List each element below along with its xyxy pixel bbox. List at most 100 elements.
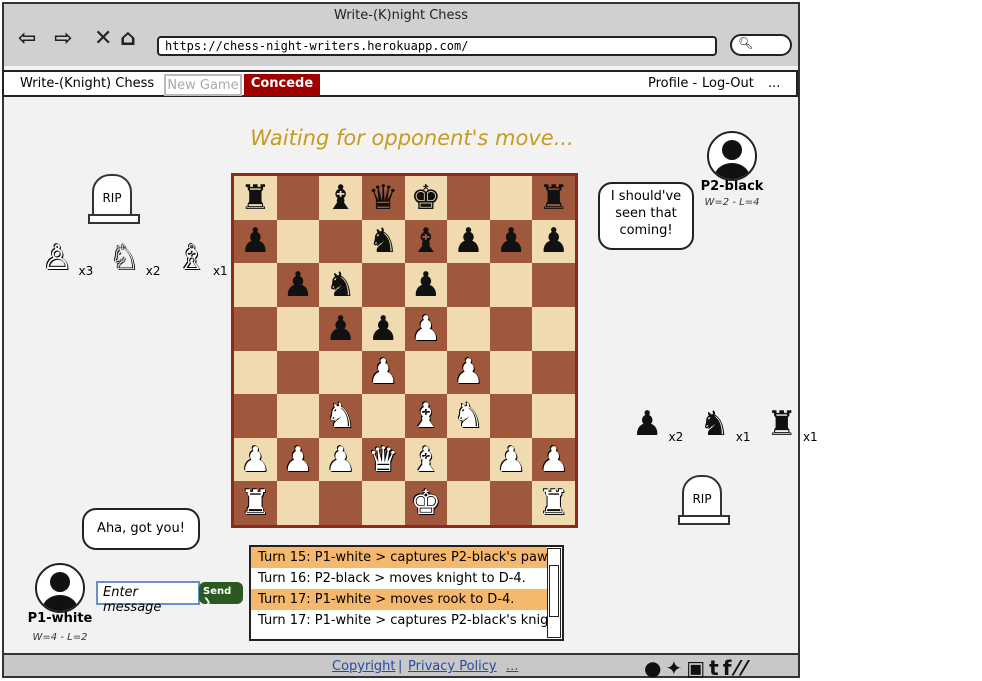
- tumblr-icon[interactable]: t: [709, 656, 723, 680]
- board-square[interactable]: [532, 350, 575, 395]
- white-rook-icon[interactable]: ♜: [538, 486, 568, 520]
- board-square[interactable]: [319, 350, 362, 395]
- black-rook-icon[interactable]: ♜: [538, 181, 568, 215]
- board-square[interactable]: [234, 306, 277, 351]
- black-rook-icon[interactable]: ♜: [240, 181, 270, 215]
- board-square[interactable]: ♟: [361, 350, 405, 395]
- chat-input[interactable]: Enter message: [96, 581, 200, 615]
- black-knight-icon[interactable]: ♞: [325, 268, 355, 302]
- search-field[interactable]: 🔍︎: [730, 34, 792, 56]
- board-square[interactable]: [276, 394, 320, 438]
- address-bar[interactable]: https://chess-night-writers.herokuapp.co…: [157, 36, 717, 56]
- white-pawn-icon[interactable]: ♟: [411, 312, 441, 346]
- scroll-thumb[interactable]: [549, 565, 559, 617]
- white-pawn-icon[interactable]: ♟: [325, 443, 355, 477]
- board-square[interactable]: ♞: [319, 394, 362, 438]
- home-icon[interactable]: ⌂: [120, 26, 136, 51]
- twitch-icon[interactable]: ▣: [686, 656, 709, 680]
- board-square[interactable]: ♞: [361, 219, 405, 264]
- board-square[interactable]: ♟: [404, 263, 448, 307]
- board-square[interactable]: ♝: [404, 394, 448, 438]
- board-square[interactable]: [234, 350, 277, 395]
- board-square[interactable]: [319, 219, 362, 264]
- board-square[interactable]: [489, 263, 533, 307]
- board-square[interactable]: [276, 306, 320, 351]
- brand-link[interactable]: Write-(Knight) Chess: [20, 74, 154, 94]
- board-square[interactable]: ♟: [361, 306, 405, 351]
- board-square[interactable]: [234, 263, 277, 307]
- black-pawn-icon[interactable]: ♟: [325, 312, 355, 346]
- black-pawn-icon[interactable]: ♟: [368, 312, 398, 346]
- black-pawn-icon[interactable]: ♟: [240, 224, 270, 258]
- concede-button[interactable]: Concede: [244, 74, 320, 96]
- black-pawn-icon[interactable]: ♟: [411, 268, 441, 302]
- board-square[interactable]: [319, 481, 362, 525]
- board-square[interactable]: ♝: [319, 176, 362, 220]
- white-knight-icon[interactable]: ♞: [325, 399, 355, 433]
- white-pawn-icon[interactable]: ♟: [368, 355, 398, 389]
- board-square[interactable]: ♟: [276, 263, 320, 307]
- black-king-icon[interactable]: ♚: [411, 181, 441, 215]
- board-square[interactable]: [447, 437, 490, 482]
- close-icon[interactable]: ✕: [94, 26, 112, 51]
- black-knight-icon[interactable]: ♞: [368, 224, 398, 258]
- white-pawn-icon[interactable]: ♟: [283, 443, 313, 477]
- black-pawn-icon[interactable]: ♟: [496, 224, 526, 258]
- board-square[interactable]: [532, 306, 575, 351]
- board-square[interactable]: [447, 481, 490, 525]
- board-square[interactable]: ♟: [234, 219, 277, 264]
- white-bishop-icon[interactable]: ♝: [411, 399, 441, 433]
- white-pawn-icon[interactable]: ♟: [240, 443, 270, 477]
- footer-more-link[interactable]: ...: [506, 659, 518, 674]
- board-square[interactable]: ♟: [532, 219, 575, 264]
- board-square[interactable]: ♟: [404, 306, 448, 351]
- board-square[interactable]: [361, 481, 405, 525]
- back-icon[interactable]: ⇦: [18, 26, 36, 51]
- black-pawn-icon[interactable]: ♟: [453, 224, 483, 258]
- white-king-icon[interactable]: ♚: [411, 486, 441, 520]
- board-square[interactable]: ♛: [361, 176, 405, 220]
- log-scrollbar[interactable]: [547, 548, 561, 638]
- board-square[interactable]: ♟: [276, 437, 320, 482]
- black-queen-icon[interactable]: ♛: [368, 181, 398, 215]
- board-square[interactable]: [276, 481, 320, 525]
- board-square[interactable]: ♜: [234, 176, 277, 220]
- board-square[interactable]: [532, 263, 575, 307]
- board-square[interactable]: ♜: [234, 481, 277, 525]
- board-square[interactable]: ♛: [361, 437, 405, 482]
- more-menu[interactable]: ...: [768, 74, 780, 94]
- board-square[interactable]: [489, 481, 533, 525]
- board-square[interactable]: ♝: [404, 219, 448, 264]
- white-queen-icon[interactable]: ♛: [368, 443, 398, 477]
- black-pawn-icon[interactable]: ♟: [283, 268, 313, 302]
- white-knight-icon[interactable]: ♞: [453, 399, 483, 433]
- board-square[interactable]: [276, 176, 320, 220]
- send-button[interactable]: Send ❯: [199, 582, 243, 608]
- facebook-icon[interactable]: f: [723, 656, 736, 680]
- white-pawn-icon[interactable]: ♟: [453, 355, 483, 389]
- board-square[interactable]: ♟: [447, 219, 490, 264]
- board-square[interactable]: [276, 350, 320, 395]
- board-square[interactable]: ♝: [404, 437, 448, 482]
- copyright-link[interactable]: Copyright: [332, 659, 396, 674]
- board-square[interactable]: [361, 263, 405, 307]
- board-square[interactable]: [532, 394, 575, 438]
- board-square[interactable]: ♜: [532, 481, 575, 525]
- board-square[interactable]: [234, 394, 277, 438]
- board-square[interactable]: [447, 176, 490, 220]
- board-square[interactable]: [489, 306, 533, 351]
- white-bishop-icon[interactable]: ♝: [411, 443, 441, 477]
- board-square[interactable]: ♟: [234, 437, 277, 482]
- board-square[interactable]: ♚: [404, 481, 448, 525]
- board-square[interactable]: [489, 394, 533, 438]
- board-square[interactable]: ♟: [319, 437, 362, 482]
- white-pawn-icon[interactable]: ♟: [538, 443, 568, 477]
- board-square[interactable]: [361, 394, 405, 438]
- board-square[interactable]: ♟: [532, 437, 575, 482]
- black-pawn-icon[interactable]: ♟: [538, 224, 568, 258]
- privacy-policy-link[interactable]: Privacy Policy: [408, 659, 497, 674]
- logout-link[interactable]: Log-Out: [702, 74, 754, 94]
- board-square[interactable]: ♟: [489, 219, 533, 264]
- twitter-icon[interactable]: ✦: [665, 656, 686, 680]
- forward-icon[interactable]: ⇨: [54, 26, 72, 51]
